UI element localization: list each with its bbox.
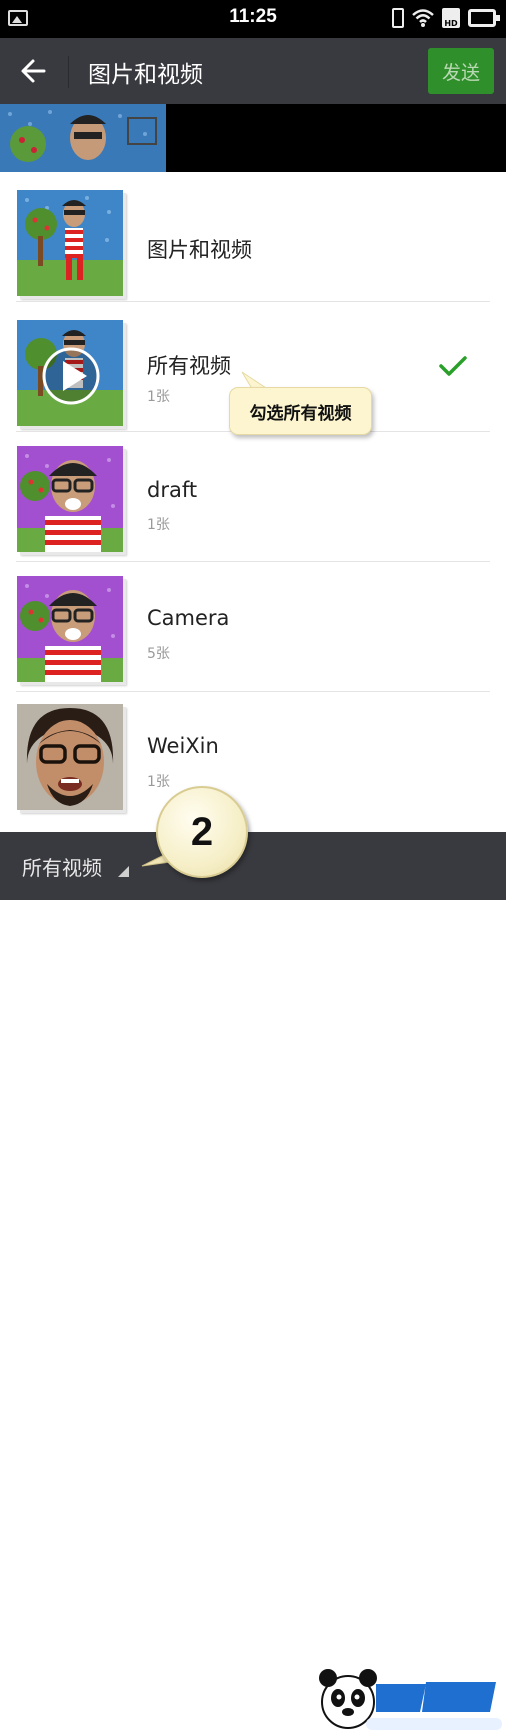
album-count: 1张 [147,389,170,405]
album-thumbnail [17,704,123,810]
wifi-icon [412,9,434,27]
title-divider [68,56,69,88]
check-icon [439,356,467,376]
album-thumbnail [17,190,123,296]
preview-thumbnail[interactable] [0,104,166,172]
bottom-bar: 所有视频 [0,832,506,1730]
page-title: 图片和视频 [88,62,203,88]
dropdown-corner-icon [118,866,129,877]
send-button[interactable]: 发送 [428,48,494,94]
album-thumbnail [17,576,123,682]
album-row-camera[interactable]: Camera 5张 [0,562,506,692]
album-selector[interactable]: 所有视频 [22,852,102,881]
album-count: 5张 [147,646,170,662]
preview-strip [0,104,506,172]
watermark-logo [319,1669,502,1730]
album-name: 图片和视频 [147,238,252,262]
album-row-images-videos[interactable]: 图片和视频 [0,172,506,302]
album-count: 1张 [147,774,170,790]
status-bar: 11:25 HD [0,0,506,38]
title-bar: 图片和视频 发送 [0,38,506,104]
play-icon [42,347,100,405]
album-thumbnail [17,320,123,426]
album-name: 所有视频 [147,354,231,378]
album-name: draft [147,478,198,502]
vibrate-icon [392,8,404,28]
battery-icon [468,9,500,27]
hd-icon: HD [442,8,460,28]
step-number-badge: 2 [156,786,248,878]
tooltip-callout: 勾选所有视频 [229,387,372,435]
album-row-weixin[interactable]: WeiXin 1张 [0,692,506,822]
album-count: 1张 [147,517,170,533]
album-name: Camera [147,606,230,630]
album-row-draft[interactable]: draft 1张 [0,432,506,562]
album-list: 图片和视频 所有视频 1张 draft 1张 Camera 5张 WeiXin … [0,172,506,822]
album-thumbnail [17,446,123,552]
back-arrow-icon[interactable] [14,52,54,90]
album-name: WeiXin [147,734,219,758]
